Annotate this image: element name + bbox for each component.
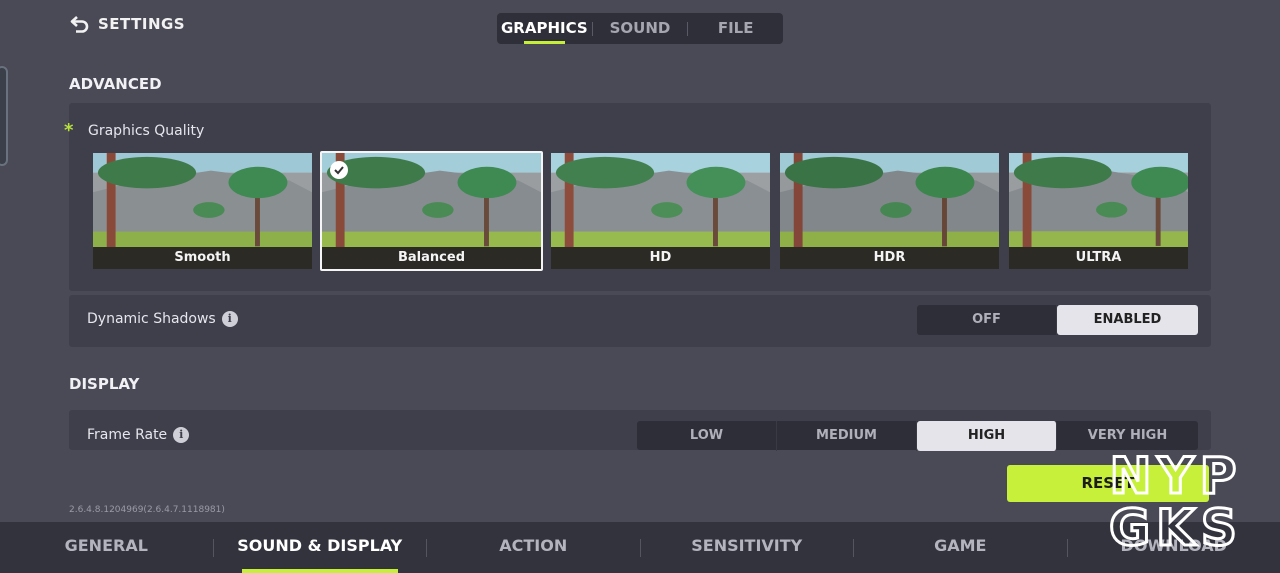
shadows-enabled-option[interactable]: ENABLED xyxy=(1057,305,1198,335)
watermark-logo: NYP GKS xyxy=(1078,445,1274,559)
tab-file[interactable]: FILE xyxy=(688,13,783,44)
nav-sensitivity[interactable]: SENSITIVITY xyxy=(641,522,854,573)
preset-label: HDR xyxy=(780,247,999,269)
preset-label: Smooth xyxy=(93,247,312,269)
frame-rate-text: Frame Rate xyxy=(87,427,168,443)
dynamic-shadows-toggle: OFF ENABLED xyxy=(917,305,1198,335)
nav-game[interactable]: GAME xyxy=(854,522,1067,573)
version-text: 2.6.4.8.1204969(2.6.4.7.1118981) xyxy=(69,505,225,515)
preset-label: Balanced xyxy=(322,247,541,269)
frame-rate-low-option[interactable]: LOW xyxy=(637,421,777,451)
frame-rate-high-option[interactable]: HIGH xyxy=(917,421,1057,451)
preset-balanced[interactable]: Balanced xyxy=(320,151,543,271)
tab-graphics[interactable]: GRAPHICS xyxy=(497,13,592,44)
svg-text:NYP: NYP xyxy=(1110,447,1243,505)
info-icon[interactable]: i xyxy=(221,311,238,327)
selected-check-icon xyxy=(330,161,348,179)
top-tab-bar: GRAPHICS SOUND FILE xyxy=(497,13,783,44)
nav-sound-display[interactable]: SOUND & DISPLAY xyxy=(214,522,427,573)
preset-hdr[interactable]: HDR xyxy=(778,151,1001,271)
graphics-quality-label: * Graphics Quality xyxy=(64,120,204,141)
frame-rate-medium-option[interactable]: MEDIUM xyxy=(777,421,917,451)
section-title-display: DISPLAY xyxy=(69,375,140,393)
info-icon[interactable]: i xyxy=(173,427,190,443)
preset-ultra[interactable]: ULTRA xyxy=(1007,151,1190,271)
dynamic-shadows-text: Dynamic Shadows xyxy=(87,311,216,327)
dynamic-shadows-label: Dynamic Shadows i xyxy=(87,311,238,327)
back-arrow-icon xyxy=(70,16,89,33)
side-drawer-handle[interactable] xyxy=(0,66,8,166)
section-title-advanced: ADVANCED xyxy=(69,75,162,93)
tab-sound[interactable]: SOUND xyxy=(593,13,688,44)
preset-smooth[interactable]: Smooth xyxy=(91,151,314,271)
frame-rate-label: Frame Rate i xyxy=(87,427,190,443)
preset-hd[interactable]: HD xyxy=(549,151,772,271)
svg-text:GKS: GKS xyxy=(1109,499,1243,555)
page-title: SETTINGS xyxy=(98,15,186,33)
nav-general[interactable]: GENERAL xyxy=(0,522,213,573)
preset-label: HD xyxy=(551,247,770,269)
nav-action[interactable]: ACTION xyxy=(427,522,640,573)
graphics-preset-list: Smooth Balanced HD HDR ULTRA xyxy=(91,151,1190,271)
preset-label: ULTRA xyxy=(1009,247,1188,269)
back-button[interactable]: SETTINGS xyxy=(70,14,185,34)
required-star-icon: * xyxy=(64,120,74,141)
graphics-quality-text: Graphics Quality xyxy=(88,122,205,139)
shadows-off-option[interactable]: OFF xyxy=(917,305,1057,335)
